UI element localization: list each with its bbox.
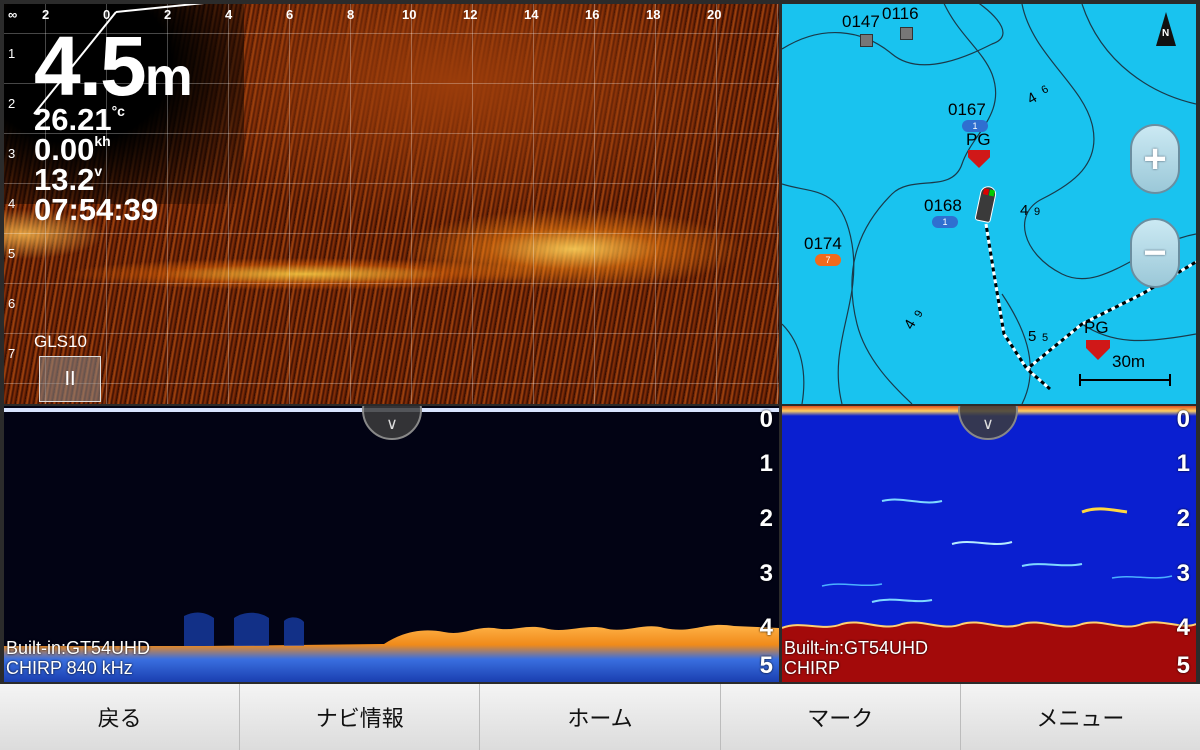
sonar-source-label: Built-in:GT54UHD [6,638,151,658]
depth-scale-label: 0 [759,406,773,433]
back-button[interactable]: 戻る [0,684,241,750]
chirp-sonar-pane[interactable]: ∨ 0 1 2 3 4 5 Built-in:GT54UHD CHIRP [782,406,1196,682]
depth-scale-label: 0 [1176,406,1190,433]
sonar-mode-label: CHIRP 840 kHz [6,658,133,678]
sonar-source-label: Built-in:GT54UHD [784,638,929,658]
home-button[interactable]: ホーム [480,684,721,750]
voltage-readout: 13.2v [34,162,103,197]
waypoint-marker[interactable] [900,27,913,40]
navi-info-button[interactable]: ナビ情報 [240,684,481,750]
depth-scale-label: 1 [1176,450,1190,477]
fish-icon[interactable]: 1 [932,216,958,228]
depth-scale-label: 3 [759,560,773,587]
fish-icon[interactable]: 7 [815,254,841,266]
contour-label: 9 [1034,206,1041,218]
contour-label: 4 [1020,202,1029,219]
navigation-chart-pane[interactable]: 0147 0116 0167 1 PG 0168 1 0174 7 PG 4 6… [782,4,1196,404]
zoom-in-button[interactable]: + [1130,124,1180,194]
sonar-mode-label: CHIRP [784,658,841,678]
north-label: N [1162,28,1170,39]
waypoint-label: 0168 [924,196,962,215]
menu-button[interactable]: メニュー [960,684,1200,750]
zoom-out-button[interactable]: − [1130,218,1180,288]
depth-scale-label: 4 [1176,614,1190,641]
depth-scale-label: 2 [759,505,773,532]
time-readout: 07:54:39 [34,192,159,227]
transducer-label: GLS10 [34,332,87,351]
traditional-sonar-pane[interactable]: ∨ 0 1 2 3 4 5 Built-in:GT54UHD CHIRP 840… [4,406,779,682]
pg-label: PG [966,130,991,149]
contour-label: 5 [1042,332,1049,344]
waypoint-label: 0147 [842,12,880,31]
waypoint-label: 0116 [882,4,919,23]
waypoint-label: 0174 [804,234,842,253]
bottom-navbar: 戻る ナビ情報 ホーム マーク メニュー [0,684,1200,750]
contour-label: 5 [1028,328,1037,345]
depth-scale-label: 5 [1176,652,1190,679]
scale-label: 30m [1112,352,1146,371]
waypoint-label: 0167 [948,100,986,119]
depth-scale-label: 5 [759,652,773,679]
waypoint-marker[interactable] [860,34,873,47]
starboard-light-icon [988,189,995,197]
depth-scale-label: 3 [1176,560,1190,587]
livescope-pane[interactable]: ∞ 2 0 2 4 6 8 10 12 14 16 18 20 1 2 3 4 … [4,4,779,404]
depth-scale-label: 2 [1176,505,1190,532]
pause-button[interactable]: II [39,356,101,402]
depth-scale-label: 4 [759,614,773,641]
depth-scale-label: 1 [759,450,773,477]
pg-label: PG [1084,318,1109,337]
temperature-readout: 26.21°c [34,102,125,137]
mark-button[interactable]: マーク [720,684,961,750]
speed-readout: 0.00kh [34,132,111,167]
